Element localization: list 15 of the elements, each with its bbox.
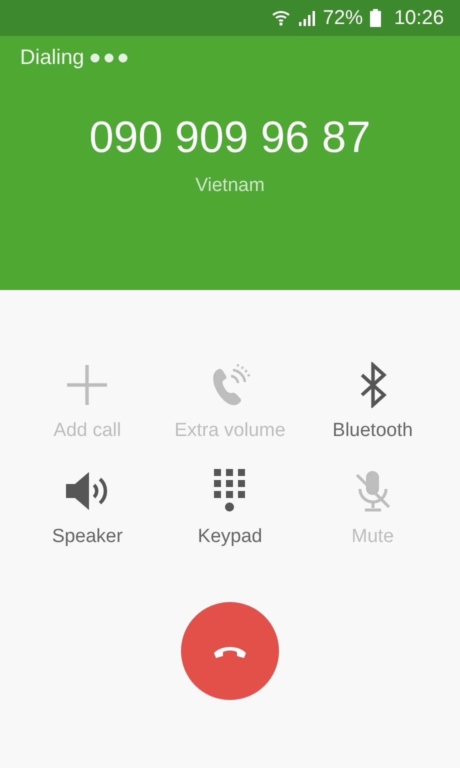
signal-icon	[298, 10, 316, 26]
plus-icon	[65, 362, 110, 408]
call-state: Dialing	[20, 46, 84, 70]
muted-microphone-icon	[354, 468, 391, 514]
keypad-icon	[214, 468, 246, 514]
dots-icon	[90, 53, 128, 63]
location: Vietnam	[195, 175, 265, 197]
battery-icon	[370, 9, 381, 27]
battery-percentage: 72%	[322, 6, 363, 30]
phone-number: 090 909 96 87	[89, 113, 371, 163]
call-action-button[interactable]: Keypad	[158, 468, 302, 548]
call-action-button[interactable]: Speaker	[16, 468, 159, 548]
wifi-icon	[270, 8, 291, 28]
clock: 10:26	[394, 6, 444, 30]
call-action-button[interactable]: Bluetooth	[301, 362, 444, 442]
